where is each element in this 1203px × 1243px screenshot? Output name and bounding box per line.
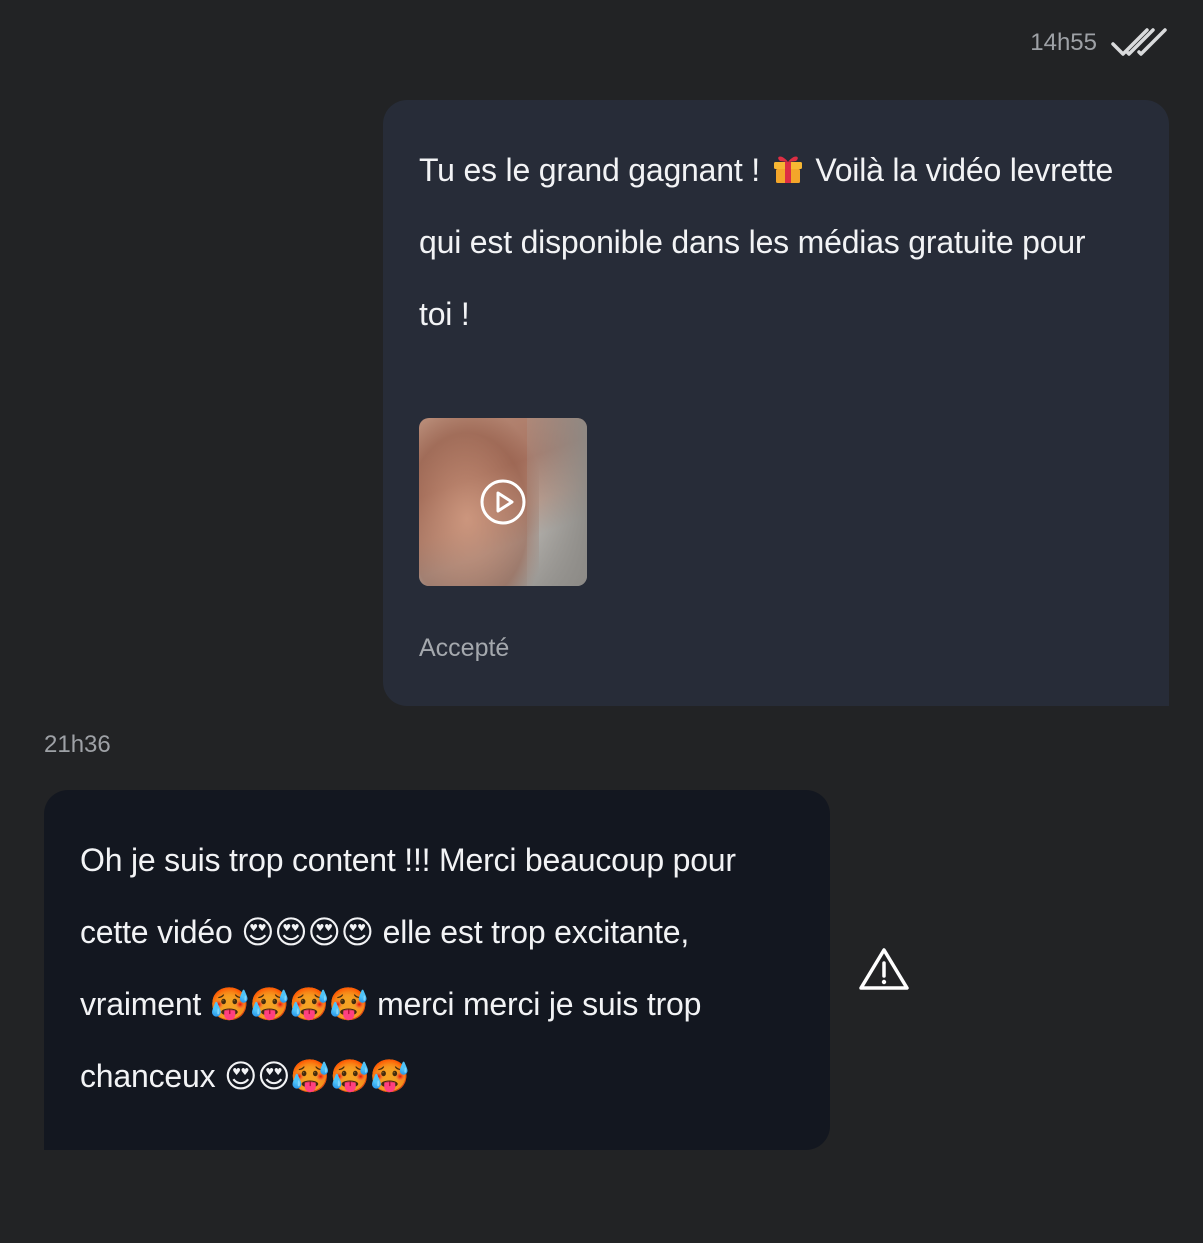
- play-icon[interactable]: [479, 478, 527, 526]
- double-check-icon: [1111, 26, 1167, 60]
- incoming-message-text: Oh je suis trop content !!! Merci beauco…: [80, 824, 800, 1112]
- outgoing-message-text: Tu es le grand gagnant ! Voilà la vidéo …: [419, 134, 1119, 350]
- outgoing-text-part1: Tu es le grand gagnant !: [419, 152, 769, 188]
- thumbnail-image-area-right: [527, 418, 587, 586]
- outgoing-timestamp-row: 14h55: [1030, 26, 1167, 60]
- outgoing-message-bubble: Tu es le grand gagnant ! Voilà la vidéo …: [383, 100, 1169, 706]
- incoming-message-bubble: Oh je suis trop content !!! Merci beauco…: [44, 790, 830, 1150]
- mixed-emojis: 😍😍🥵🥵🥵: [224, 1057, 410, 1095]
- gift-icon: [771, 138, 805, 183]
- video-thumbnail[interactable]: [419, 418, 587, 586]
- warning-icon[interactable]: [858, 946, 910, 992]
- status-label: Accepté: [419, 634, 510, 662]
- hot-face-emojis: 🥵🥵🥵🥵: [209, 985, 369, 1023]
- incoming-time: 21h36: [44, 731, 111, 758]
- heart-eyes-emojis: 😍😍😍😍: [241, 913, 374, 951]
- outgoing-time: 14h55: [1030, 29, 1097, 56]
